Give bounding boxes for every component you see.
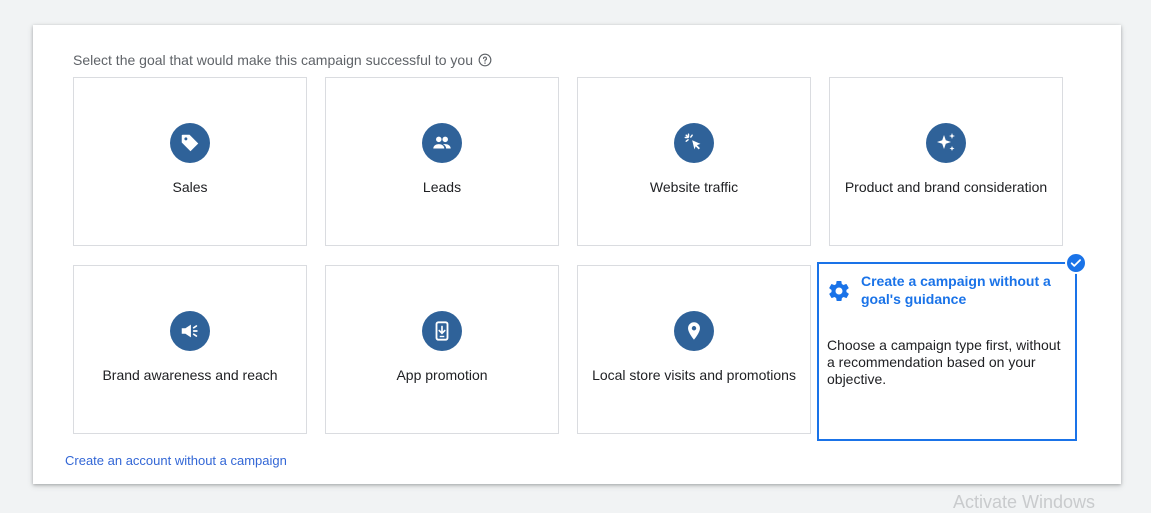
check-circle-icon (1065, 252, 1087, 274)
goal-card-product-brand-consideration[interactable]: Product and brand consideration (829, 77, 1063, 246)
create-account-without-campaign-link[interactable]: Create an account without a campaign (65, 453, 287, 468)
selected-card-description: Choose a campaign type first, without a … (827, 337, 1061, 387)
goal-card-local-store-visits[interactable]: Local store visits and promotions (577, 265, 811, 434)
goal-card-leads[interactable]: Leads (325, 77, 559, 246)
phone-download-icon (422, 311, 462, 351)
goal-card-label: Sales (172, 179, 208, 195)
people-icon (422, 123, 462, 163)
location-pin-icon (674, 311, 714, 351)
goal-prompt: Select the goal that would make this cam… (73, 52, 492, 68)
help-icon[interactable] (478, 53, 492, 67)
goal-card-label: Leads (422, 179, 462, 195)
activate-windows-watermark: Activate Windows (953, 492, 1096, 512)
goal-card-app-promotion[interactable]: App promotion (325, 265, 559, 434)
goal-card-brand-awareness[interactable]: Brand awareness and reach (73, 265, 307, 434)
goal-card-label: Brand awareness and reach (102, 367, 278, 383)
goal-card-label: Product and brand consideration (844, 179, 1048, 195)
goal-card-sales[interactable]: Sales (73, 77, 307, 246)
tag-icon (170, 123, 210, 163)
selected-card-title: Create a campaign without a goal's guida… (861, 273, 1051, 307)
selected-card-header: Create a campaign without a goal's guida… (827, 272, 1066, 308)
gear-icon (829, 280, 849, 302)
goal-prompt-text: Select the goal that would make this cam… (73, 52, 473, 68)
goal-card-no-guidance[interactable]: Create a campaign without a goal's guida… (817, 252, 1087, 441)
goal-card-label: Local store visits and promotions (592, 367, 796, 383)
goal-card-website-traffic[interactable]: Website traffic (577, 77, 811, 246)
goal-card-label: Website traffic (649, 179, 739, 195)
goal-card-label: App promotion (396, 367, 488, 383)
cursor-click-icon (674, 123, 714, 163)
goal-selection-panel: Select the goal that would make this cam… (33, 25, 1121, 484)
megaphone-icon (170, 311, 210, 351)
sparkle-icon (926, 123, 966, 163)
